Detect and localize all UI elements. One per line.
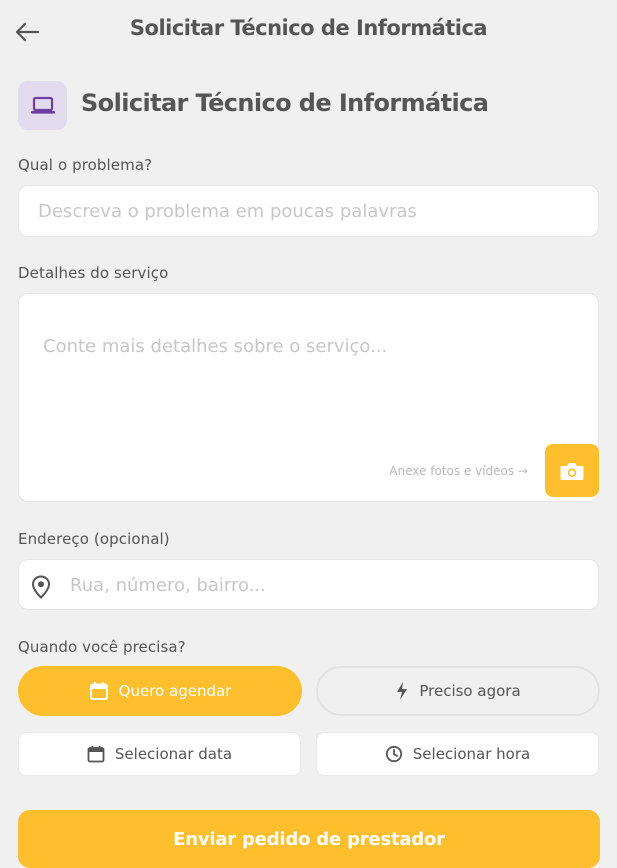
- date-picker-label: Selecionar data: [114, 745, 233, 763]
- laptop-icon: [30, 96, 56, 116]
- submit-request-button[interactable]: Enviar pedido de prestador: [18, 810, 600, 868]
- camera-button[interactable]: [545, 444, 599, 497]
- service-icon-badge: [18, 81, 67, 130]
- problem-label: Qual o problema?: [18, 156, 153, 174]
- now-option-button[interactable]: Preciso agora: [316, 666, 600, 716]
- address-field[interactable]: [18, 559, 599, 610]
- date-picker[interactable]: Selecionar data: [18, 732, 301, 776]
- map-pin-icon: [31, 575, 51, 599]
- camera-icon: [559, 460, 585, 482]
- service-title: Solicitar Técnico de Informática: [81, 89, 489, 117]
- time-picker-label: Selecionar hora: [412, 745, 531, 763]
- lightning-icon: [395, 681, 409, 701]
- submit-request-label: Enviar pedido de prestador: [173, 828, 445, 850]
- time-picker[interactable]: Selecionar hora: [316, 732, 599, 776]
- service-header: Solicitar Técnico de Informática: [18, 81, 608, 131]
- calendar-icon: [87, 745, 105, 763]
- calendar-icon: [89, 681, 109, 701]
- page-title: Solicitar Técnico de Informática: [129, 16, 488, 40]
- details-field[interactable]: Anexe fotos e vídeos →: [18, 293, 599, 502]
- attach-media-hint[interactable]: Anexe fotos e vídeos →: [389, 464, 528, 478]
- address-label: Endereço (opcional): [18, 530, 170, 548]
- top-bar: Solicitar Técnico de Informática: [0, 0, 617, 64]
- when-label: Quando você precisa?: [18, 638, 186, 656]
- details-label: Detalhes do serviço: [18, 264, 169, 282]
- schedule-option-button[interactable]: Quero agendar: [18, 666, 302, 716]
- now-option-label: Preciso agora: [419, 682, 521, 700]
- details-textarea[interactable]: [41, 334, 585, 438]
- address-input[interactable]: [68, 574, 582, 597]
- problem-field[interactable]: [18, 185, 599, 237]
- clock-icon: [385, 745, 403, 763]
- problem-input[interactable]: [36, 200, 580, 223]
- schedule-option-label: Quero agendar: [118, 682, 232, 700]
